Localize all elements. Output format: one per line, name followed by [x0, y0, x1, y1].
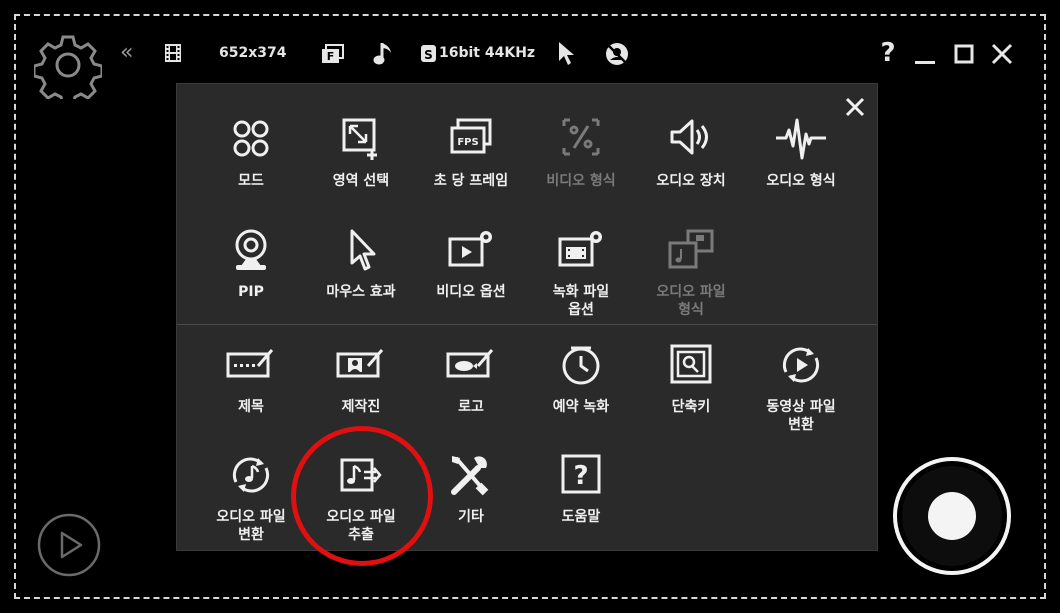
title-icon [226, 349, 274, 378]
menu-item-audio-extract[interactable]: 오디오 파일 추출 [306, 454, 416, 544]
video-format-icon [562, 118, 600, 156]
menu-item-credits[interactable]: 제작진 [306, 344, 416, 416]
cursor-icon [350, 229, 376, 271]
record-button[interactable] [891, 455, 1013, 577]
settings-menu-panel: 모드 영역 선택 FPS 초 당 프레임 비디오 형식 오디오 장치 오디오 형… [176, 83, 878, 551]
logo-icon [446, 349, 494, 378]
menu-item-mode[interactable]: 모드 [196, 118, 306, 190]
menu-item-mouse-effect[interactable]: 마우스 효과 [306, 229, 416, 301]
speaker-icon [670, 119, 708, 155]
svg-text:FPS: FPS [457, 137, 478, 148]
menu-item-fps[interactable]: FPS 초 당 프레임 [416, 118, 526, 190]
close-menu-button[interactable] [842, 94, 868, 120]
menu-item-label: 제작진 [341, 399, 381, 415]
region-select-icon [342, 118, 377, 160]
menu-item-label: 오디오 장치 [656, 173, 726, 189]
menu-item-audio-device[interactable]: 오디오 장치 [636, 118, 746, 190]
minimize-button[interactable] [911, 38, 939, 68]
svg-text:S: S [424, 48, 433, 62]
credits-icon [336, 349, 384, 378]
tools-icon [451, 456, 489, 496]
menu-item-label: 동영상 파일 변환 [766, 399, 836, 433]
waveform-icon [776, 118, 826, 160]
video-icon [165, 44, 181, 62]
menu-item-pip[interactable]: PIP [196, 229, 306, 301]
menu-item-audio-file-format[interactable]: 오디오 파일 형식 [636, 229, 746, 319]
cursor-icon [559, 42, 574, 65]
play-button[interactable] [37, 513, 101, 577]
svg-text:?: ? [573, 461, 588, 491]
audio-format-text: 16bit 44KHz [439, 45, 536, 61]
menu-item-region-select[interactable]: 영역 선택 [306, 118, 416, 190]
menu-item-title[interactable]: 제목 [196, 344, 306, 416]
menu-item-label: 녹화 파일 옵션 [552, 284, 610, 318]
menu-item-video-options[interactable]: 비디오 옵션 [416, 229, 526, 301]
maximize-button[interactable] [950, 38, 978, 68]
hotkey-icon [670, 344, 712, 384]
audio-convert-icon [232, 457, 270, 493]
menu-item-label: 도움말 [561, 509, 601, 525]
menu-item-label: PIP [238, 284, 264, 300]
webcam-icon [235, 229, 267, 270]
menu-item-label: 영역 선택 [332, 173, 390, 189]
menu-item-video-convert[interactable]: 동영상 파일 변환 [746, 344, 856, 434]
menu-item-label: 초 당 프레임 [433, 173, 509, 189]
menu-item-label: 단축키 [671, 399, 711, 415]
svg-text:F: F [327, 50, 335, 63]
music-note-icon [373, 43, 391, 65]
video-settings-icon [448, 231, 492, 267]
menu-item-hotkeys[interactable]: 단축키 [636, 344, 746, 416]
audio-file-format-icon [668, 229, 714, 269]
menu-item-label: 모드 [238, 173, 264, 189]
help-button[interactable]: ? [874, 38, 902, 68]
clock-icon [562, 346, 600, 385]
record-file-settings-icon [558, 231, 602, 267]
menu-item-label: 비디오 옵션 [436, 284, 506, 300]
fps-icon: FPS [450, 118, 492, 154]
menu-item-label: 오디오 파일 변환 [216, 509, 286, 543]
menu-item-label: 오디오 형식 [766, 173, 836, 189]
menu-item-logo[interactable]: 로고 [416, 344, 526, 416]
menu-item-audio-convert[interactable]: 오디오 파일 변환 [196, 454, 306, 544]
menu-item-video-format[interactable]: 비디오 형식 [526, 118, 636, 190]
menu-item-record-file-options[interactable]: 녹화 파일 옵션 [526, 229, 636, 319]
menu-item-audio-format[interactable]: 오디오 형식 [746, 118, 856, 190]
menu-divider [177, 324, 877, 325]
menu-item-label: 오디오 파일 추출 [326, 509, 396, 543]
frame-rate-icon: F [322, 44, 344, 63]
menu-item-label: 제목 [238, 399, 264, 415]
collapse-icon[interactable]: « [120, 42, 133, 64]
help-icon: ? [561, 454, 601, 494]
menu-item-label: 기타 [458, 509, 484, 525]
menu-item-label: 비디오 형식 [546, 173, 616, 189]
webcam-off-icon [606, 43, 628, 65]
mode-icon [233, 120, 269, 157]
close-window-button[interactable] [988, 38, 1016, 68]
settings-gear-icon[interactable] [34, 31, 102, 99]
sound-icon: S [421, 45, 436, 62]
audio-extract-icon [340, 458, 382, 492]
menu-item-help[interactable]: ? 도움말 [526, 454, 636, 526]
resolution-text: 652x374 [219, 45, 287, 61]
menu-item-etc[interactable]: 기타 [416, 454, 526, 526]
menu-item-label: 마우스 효과 [326, 284, 396, 300]
menu-item-scheduled-record[interactable]: 예약 녹화 [526, 344, 636, 416]
menu-item-label: 로고 [458, 399, 484, 415]
menu-item-label: 오디오 파일 형식 [656, 284, 726, 318]
video-convert-icon [782, 347, 820, 383]
menu-item-label: 예약 녹화 [552, 399, 610, 415]
